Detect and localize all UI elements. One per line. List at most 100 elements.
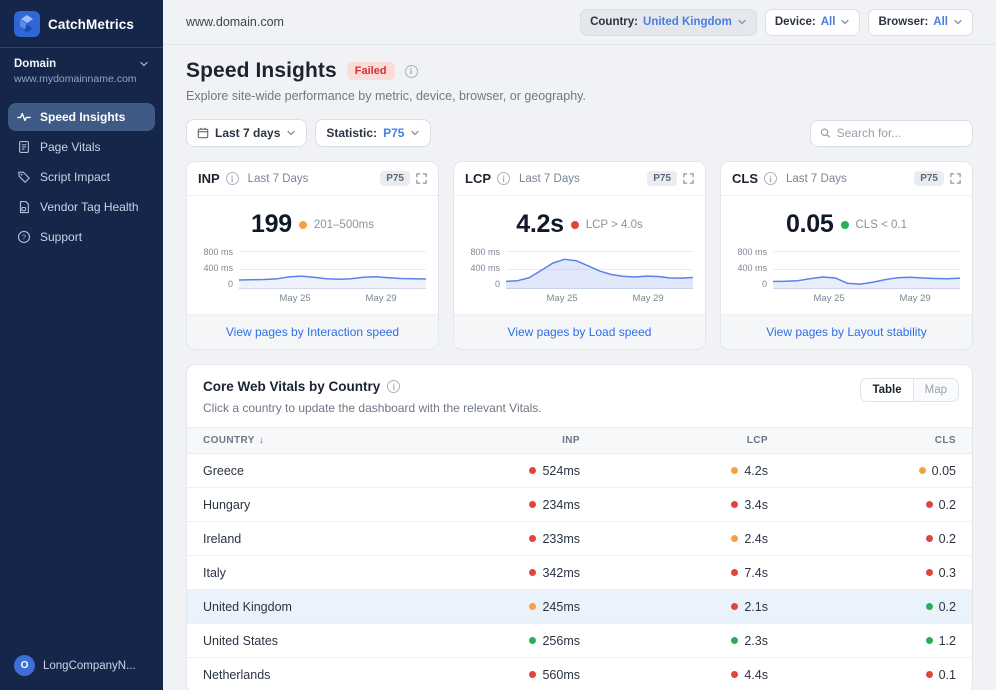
status-dot [926,501,933,508]
sort-desc-icon: ↓ [259,435,264,446]
lcp-value: 2.4s [744,532,768,546]
view-pages-link[interactable]: View pages by Layout stability [766,325,927,339]
cls-value: 0.05 [932,464,956,478]
search-icon [820,127,831,139]
expand-icon[interactable] [416,173,427,184]
cls-value: 0.3 [939,566,956,580]
expand-icon[interactable] [683,173,694,184]
column-country[interactable]: COUNTRY [203,435,255,446]
account-name: LongCompanyN... [43,660,136,672]
device-filter-value: All [821,16,836,28]
x-tick: May 29 [633,293,664,304]
view-pages-link[interactable]: View pages by Interaction speed [226,325,399,339]
status-dot [529,637,536,644]
date-range-button[interactable]: Last 7 days [186,119,307,147]
brand: CatchMetrics [0,0,163,47]
device-filter[interactable]: Device: All [765,9,861,36]
sidebar-item-speed-insights[interactable]: Speed Insights [8,103,155,131]
metric-threshold: LCP > 4.0s [586,219,643,231]
column-cls[interactable]: CLS [768,435,956,446]
status-dot [926,569,933,576]
cls-card: CLS i Last 7 Days P75 0.05 CLS < 0.1 800… [720,161,973,350]
x-tick: May 25 [280,293,311,304]
metric-cards-row: INP i Last 7 Days P75 199 201–500ms 800 … [186,161,973,350]
y-tick: 0 [228,279,233,289]
view-toggle: Table Map [860,378,959,402]
domain-selector[interactable]: Domain www.mydomainname.com [0,48,163,93]
status-dot [529,569,536,576]
statistic-button[interactable]: Statistic: P75 [315,119,431,147]
sidebar-item-page-vitals[interactable]: Page Vitals [8,133,155,161]
metric-value: 4.2s [516,210,563,239]
table-row-netherlands[interactable]: Netherlands 560ms 4.4s 0.1 [187,658,972,690]
table-row-united-kingdom[interactable]: United Kingdom 245ms 2.1s 0.2 [187,590,972,624]
y-tick: 400 ms [737,263,767,273]
file-tag-icon [17,200,31,214]
inp-value: 256ms [542,634,580,648]
lcp-value: 4.2s [744,464,768,478]
metric-period: Last 7 Days [248,173,309,185]
status-badge: Failed [347,62,395,80]
table-row-italy[interactable]: Italy 342ms 7.4s 0.3 [187,556,972,590]
table-row-ireland[interactable]: Ireland 233ms 2.4s 0.2 [187,522,972,556]
toggle-map[interactable]: Map [914,379,958,401]
table-header: COUNTRY ↓ INP LCP CLS [187,427,972,454]
chevron-down-icon [953,17,963,27]
column-lcp[interactable]: LCP [580,435,768,446]
status-dot [529,671,536,678]
column-inp[interactable]: INP [392,435,580,446]
y-tick: 800 ms [737,247,767,257]
pulse-icon [17,110,31,124]
document-icon [17,140,31,154]
toggle-table[interactable]: Table [861,379,913,401]
country-cell: Hungary [203,498,392,512]
tag-icon [17,170,31,184]
status-dot [731,637,738,644]
browser-filter[interactable]: Browser: All [868,9,973,36]
page-subtitle: Explore site-wide performance by metric,… [186,89,973,103]
x-tick: May 29 [900,293,931,304]
inp-value: 233ms [542,532,580,546]
y-tick: 400 ms [203,263,233,273]
table-row-united-states[interactable]: United States 256ms 2.3s 1.2 [187,624,972,658]
info-icon[interactable]: i [764,172,777,185]
sparkline-chart: 800 ms 400 ms 0 May 25 May 29 [721,239,972,306]
status-dot [529,467,536,474]
lcp-value: 7.4s [744,566,768,580]
sidebar-item-label: Support [40,230,82,244]
x-tick: May 25 [814,293,845,304]
page-title: Speed Insights [186,59,337,83]
country-cell: United Kingdom [203,600,392,614]
inp-value: 245ms [542,600,580,614]
country-filter[interactable]: Country: United Kingdom [580,9,757,36]
sidebar-item-script-impact[interactable]: Script Impact [8,163,155,191]
table-row-greece[interactable]: Greece 524ms 4.2s 0.05 [187,454,972,488]
sidebar-nav: Speed Insights Page Vitals Script Impact… [0,103,163,251]
account-switcher[interactable]: O LongCompanyN... [14,655,153,676]
sidebar-item-support[interactable]: ? Support [8,223,155,251]
view-pages-link[interactable]: View pages by Load speed [508,325,652,339]
site-name: www.domain.com [186,15,284,29]
info-icon[interactable]: i [226,172,239,185]
sidebar-item-vendor-tag-health[interactable]: Vendor Tag Health [8,193,155,221]
sidebar: CatchMetrics Domain www.mydomainname.com… [0,0,163,690]
topbar-filters: Country: United Kingdom Device: All Brow… [580,9,973,36]
info-icon[interactable]: i [387,380,400,393]
metric-value: 0.05 [786,210,833,239]
percentile-badge: P75 [914,171,944,186]
calendar-icon [197,127,209,139]
metric-period: Last 7 Days [786,173,847,185]
info-icon[interactable]: i [497,172,510,185]
lcp-value: 2.1s [744,600,768,614]
info-icon[interactable]: i [405,65,418,78]
table-row-hungary[interactable]: Hungary 234ms 3.4s 0.2 [187,488,972,522]
expand-icon[interactable] [950,173,961,184]
chevron-down-icon [840,17,850,27]
avatar: O [14,655,35,676]
status-dot [926,603,933,610]
search-input[interactable] [837,126,963,140]
browser-filter-value: All [933,16,948,28]
country-cell: United States [203,634,392,648]
cls-value: 0.2 [939,498,956,512]
search-box [810,120,973,147]
